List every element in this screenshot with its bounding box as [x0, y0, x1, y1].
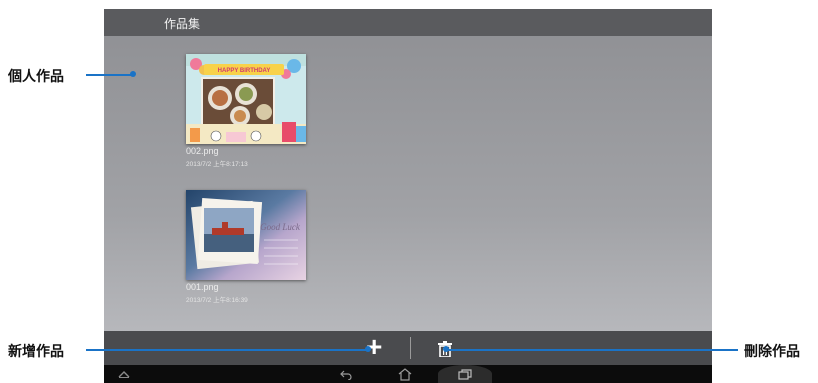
callout-line-personal-works [86, 74, 131, 76]
callout-line-delete-work [446, 349, 738, 351]
file-name: 001.png [186, 282, 219, 292]
collapse-up-icon[interactable] [118, 370, 130, 378]
system-nav-bar [104, 365, 712, 383]
action-bar: + [104, 331, 712, 365]
birthday-banner-text: HAPPY BIRTHDAY [218, 68, 271, 74]
toolbar-divider [410, 337, 411, 359]
callout-dot-delete-work [443, 346, 449, 352]
birthday-artwork: HAPPY BIRTHDAY [186, 54, 306, 144]
file-date: 2013/7/2 上午8:16:39 [186, 297, 248, 304]
callout-add-work: 新增作品 [8, 343, 64, 359]
file-name: 002.png [186, 146, 219, 156]
callout-line-add-work [86, 349, 366, 351]
recent-apps-icon[interactable] [458, 369, 472, 380]
page-title: 作品集 [164, 17, 201, 31]
back-icon[interactable] [340, 369, 352, 380]
good-luck-artwork: Good Luck [186, 190, 306, 280]
title-bar: 作品集 [104, 9, 712, 36]
good-luck-text: Good Luck [260, 222, 301, 232]
home-icon[interactable] [398, 368, 412, 381]
thumbnail-001[interactable]: Good Luck [186, 190, 306, 280]
app-screen: 作品集 HAPPY BIRTHDAY 002.png 2013/7/2 上午8:… [104, 9, 712, 383]
file-date: 2013/7/2 上午8:17:13 [186, 161, 248, 168]
callout-delete-work: 刪除作品 [744, 343, 800, 359]
callout-dot-add-work [365, 346, 371, 352]
thumbnail-002[interactable]: HAPPY BIRTHDAY [186, 54, 306, 144]
callout-personal-works: 個人作品 [8, 68, 64, 84]
callout-dot-personal-works [130, 71, 136, 77]
